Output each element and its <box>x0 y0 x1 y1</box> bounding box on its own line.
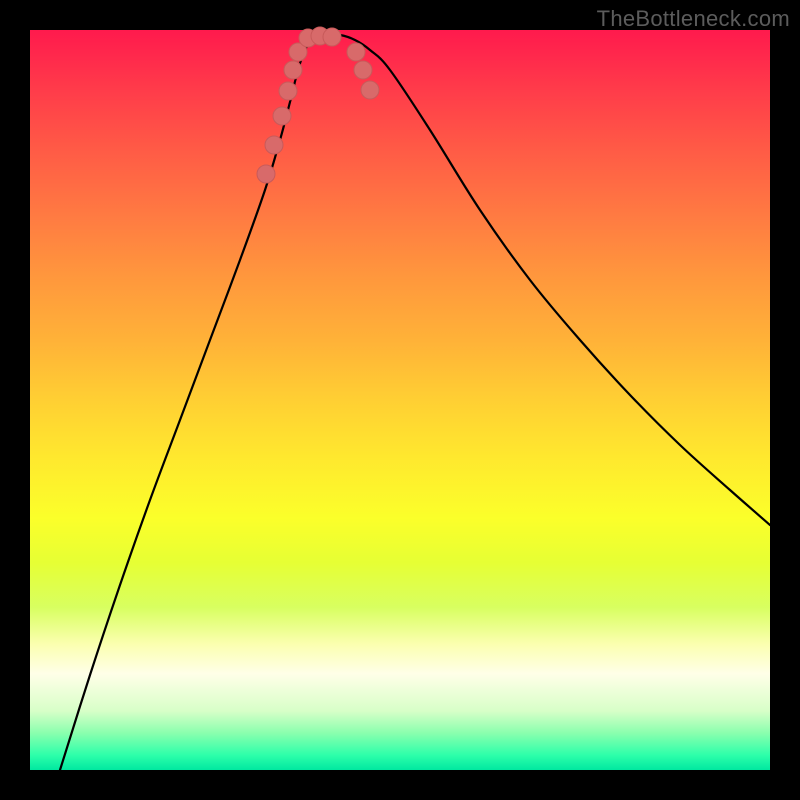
marker-group-left <box>257 43 307 183</box>
curve-marker <box>265 136 283 154</box>
marker-group-floor <box>299 27 341 47</box>
curve-marker <box>347 43 365 61</box>
curve-marker <box>284 61 302 79</box>
curve-marker <box>361 81 379 99</box>
curve-marker <box>257 165 275 183</box>
curve-marker <box>273 107 291 125</box>
marker-group-right <box>347 43 379 99</box>
curve-marker <box>323 28 341 46</box>
watermark-text: TheBottleneck.com <box>597 6 790 32</box>
curve-marker <box>279 82 297 100</box>
bottleneck-chart <box>30 30 770 770</box>
curve-marker <box>354 61 372 79</box>
bottleneck-curve-path <box>60 34 770 770</box>
